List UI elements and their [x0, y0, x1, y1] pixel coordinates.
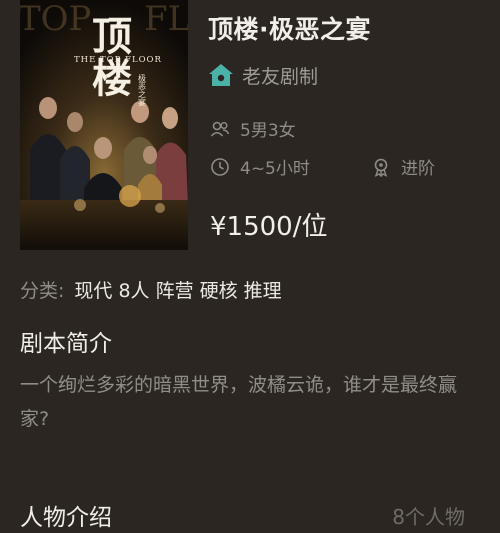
poster-title-char-1: 顶 [92, 13, 132, 60]
poster-subtitle: 极恶之宴 [138, 73, 147, 106]
duration-info: 4~5小时 [210, 154, 310, 179]
characters-count-link[interactable]: 8个人物 [392, 501, 465, 530]
price: ¥1500/位 [210, 212, 328, 242]
producer-name: 老友剧制 [242, 65, 319, 88]
producer-link[interactable]: 老友剧制 [208, 61, 318, 89]
clock-icon [211, 157, 229, 176]
cast-text: 5男3女 [240, 121, 296, 141]
house-icon [209, 64, 233, 86]
people-icon [210, 121, 230, 137]
synopsis-heading: 剧本简介 [20, 331, 112, 357]
poster-bg-letters-right: FLO [144, 0, 188, 39]
poster-artwork: TOP FLO 顶 楼 THE TOP FLOOR 极恶之宴 [20, 0, 188, 250]
difficulty-info: 进阶 [371, 154, 435, 179]
script-title: 顶楼·极恶之宴 [208, 15, 371, 44]
duration-text: 4~5小时 [240, 159, 310, 179]
category-values: 现代 8人 阵营 硬核 推理 [74, 280, 282, 302]
medal-icon [374, 158, 388, 177]
characters-heading: 人物介绍 [20, 505, 112, 531]
script-poster[interactable]: TOP FLO 顶 楼 THE TOP FLOOR 极恶之宴 [20, 0, 188, 250]
poster-bg-letters-left: TOP [20, 0, 91, 39]
synopsis-text: 一个绚烂多彩的暗黑世界，波橘云诡，谁才是最终赢家? [20, 374, 458, 430]
poster-english-title: THE TOP FLOOR [74, 55, 162, 65]
difficulty-text: 进阶 [401, 159, 435, 179]
category-tags: 分类: 现代 8人 阵营 硬核 推理 [20, 276, 282, 303]
category-label: 分类: [20, 280, 65, 302]
cast-info: 5男3女 [210, 116, 296, 141]
